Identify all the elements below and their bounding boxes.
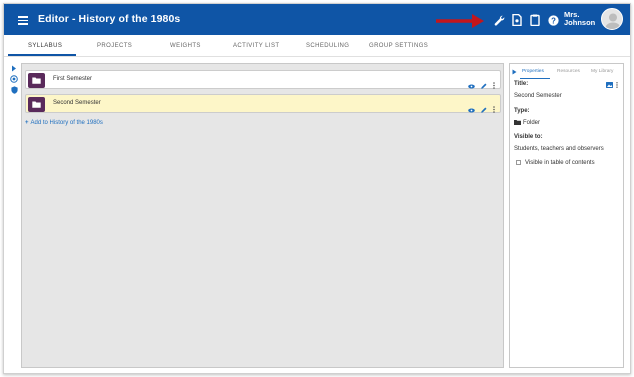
user-last-name: Johnson xyxy=(564,18,596,27)
tab-syllabus[interactable]: SYLLABUS xyxy=(28,43,62,49)
eye-icon[interactable] xyxy=(468,76,475,94)
avatar[interactable] xyxy=(601,8,623,30)
item-label: First Semester xyxy=(53,76,93,82)
image-icon[interactable] xyxy=(606,82,613,88)
editor-window: Editor - History of the 1980s ? Mrs. Joh… xyxy=(3,3,631,374)
item-label: Second Semester xyxy=(53,100,101,106)
edit-icon[interactable] xyxy=(481,100,487,118)
more-icon[interactable] xyxy=(493,76,495,94)
shield-icon[interactable] xyxy=(10,86,18,94)
tab-group-settings[interactable]: GROUP SETTINGS xyxy=(369,43,428,49)
folder-icon xyxy=(514,120,521,125)
add-link-label: Add to History of the 1980s xyxy=(30,120,103,126)
tab-bar: SYLLABUS PROJECTS WEIGHTS ACTIVITY LIST … xyxy=(4,35,630,57)
edit-icon[interactable] xyxy=(481,76,487,94)
type-label: Type: xyxy=(514,108,530,114)
annotation-arrow-icon xyxy=(436,14,484,28)
eye-icon[interactable] xyxy=(468,100,475,118)
visible-to-value: Students, teachers and observers xyxy=(514,146,604,152)
title-value: Second Semester xyxy=(514,93,562,99)
add-item-link[interactable]: + Add to History of the 1980s xyxy=(25,120,103,126)
wrench-icon[interactable] xyxy=(492,13,506,27)
toc-label: Visible in table of contents xyxy=(525,160,595,167)
menu-icon[interactable] xyxy=(18,16,28,25)
toc-checkbox[interactable] xyxy=(516,160,521,165)
expand-icon[interactable] xyxy=(10,64,18,72)
left-rail xyxy=(10,64,20,97)
type-value: Folder xyxy=(523,120,541,127)
more-icon[interactable] xyxy=(493,100,495,118)
visible-to-label: Visible to: xyxy=(514,134,543,140)
help-icon[interactable]: ? xyxy=(546,13,560,27)
collapse-icon[interactable] xyxy=(512,69,517,75)
user-name[interactable]: Mrs. Johnson xyxy=(564,11,595,27)
properties-panel: Properties Resources My Library Title: S… xyxy=(509,63,624,368)
toc-checkbox-row[interactable]: Visible in table of contents xyxy=(516,160,595,166)
tab-activity-list[interactable]: ACTIVITY LIST xyxy=(233,43,279,49)
folder-icon xyxy=(28,73,45,88)
target-icon[interactable] xyxy=(10,75,18,83)
list-item[interactable]: Second Semester xyxy=(25,94,501,113)
tab-properties[interactable]: Properties xyxy=(522,69,544,74)
list-item[interactable]: First Semester xyxy=(25,70,501,89)
plus-icon: + xyxy=(25,120,29,126)
top-app-bar: Editor - History of the 1980s ? Mrs. Joh… xyxy=(4,4,630,35)
clipboard-icon[interactable] xyxy=(528,13,542,27)
document-icon[interactable] xyxy=(510,13,524,27)
svg-text:?: ? xyxy=(551,16,556,25)
tab-resources[interactable]: Resources xyxy=(557,69,580,74)
tab-weights[interactable]: WEIGHTS xyxy=(170,43,201,49)
title-label: Title: xyxy=(514,81,529,87)
tab-scheduling[interactable]: SCHEDULING xyxy=(306,43,349,49)
folder-icon xyxy=(28,97,45,112)
type-value-row: Folder xyxy=(514,120,540,126)
tab-my-library[interactable]: My Library xyxy=(591,69,613,74)
active-side-tab-indicator xyxy=(520,78,550,79)
tab-projects[interactable]: PROJECTS xyxy=(97,43,132,49)
page-title: Editor - History of the 1980s xyxy=(38,13,181,25)
more-icon[interactable] xyxy=(616,82,618,88)
syllabus-panel: First Semester Second Semester + Add to H… xyxy=(21,63,504,368)
active-tab-indicator xyxy=(8,54,76,56)
properties-tabs: Properties Resources My Library xyxy=(510,67,623,79)
